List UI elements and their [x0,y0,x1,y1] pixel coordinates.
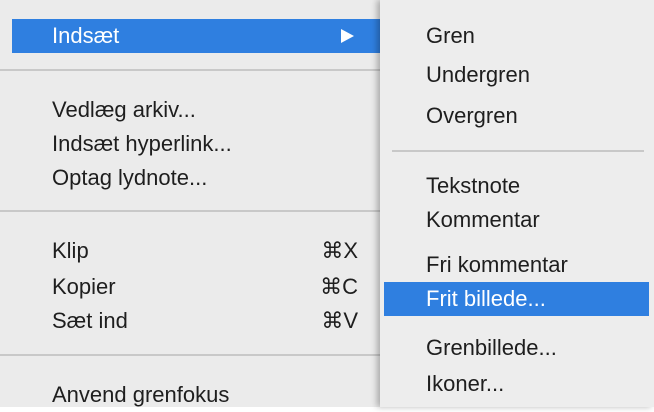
cut-shortcut: ⌘X [321,238,358,263]
submenu-item-icons-label: Ikoner... [426,371,505,396]
submenu-item-free-image[interactable]: Frit billede... [384,282,649,316]
submenu-item-icons[interactable]: Ikoner... [380,367,654,401]
menu-item-record-audio-label: Optag lydnote... [52,165,208,190]
submenu-item-text-note-label: Tekstnote [426,173,521,198]
menu-item-insert[interactable]: Indsæt [12,19,384,53]
copy-shortcut: ⌘C [320,274,358,299]
menu-item-cut[interactable]: Klip ⌘X [0,234,384,268]
menu-item-insert-hyperlink[interactable]: Indsæt hyperlink... [0,127,384,161]
submenu-item-text-note[interactable]: Tekstnote [380,169,654,203]
submenu-item-free-image-label: Frit billede... [426,286,546,311]
menu-separator [0,69,384,71]
menu-item-attach-file-label: Vedlæg arkiv... [52,97,196,122]
submenu-item-comment-label: Kommentar [426,207,540,232]
menu-item-attach-file[interactable]: Vedlæg arkiv... [0,93,384,127]
submenu-item-topic-image-label: Grenbillede... [426,335,557,360]
menu-item-record-audio[interactable]: Optag lydnote... [0,161,384,195]
submenu-arrow-icon [341,29,354,43]
menu-item-branch-focus-label: Anvend grenfokus [52,382,230,407]
menu-item-insert-hyperlink-label: Indsæt hyperlink... [52,131,232,156]
menu-item-copy-label: Kopier [52,274,116,299]
paste-shortcut: ⌘V [321,308,358,333]
submenu-item-parent-topic[interactable]: Overgren [380,99,654,133]
submenu-item-topic-image[interactable]: Grenbillede... [380,331,654,365]
menu-item-insert-label: Indsæt [52,23,120,48]
submenu-separator [392,150,644,152]
submenu-item-parent-topic-label: Overgren [426,103,518,128]
submenu-item-topic-label: Gren [426,23,475,48]
submenu-item-free-comment-label: Fri kommentar [426,252,568,277]
menu-item-cut-label: Klip [52,238,89,263]
submenu-item-subtopic-label: Undergren [426,62,530,87]
submenu-item-free-comment[interactable]: Fri kommentar [380,248,654,282]
menu-item-copy[interactable]: Kopier ⌘C [0,270,384,304]
submenu-item-topic[interactable]: Gren [380,19,654,53]
menu-separator [0,210,384,212]
menu-item-paste[interactable]: Sæt ind ⌘V [0,304,384,338]
submenu-item-subtopic[interactable]: Undergren [380,58,654,92]
menu-separator [0,354,384,356]
menu-item-paste-label: Sæt ind [52,308,128,333]
context-menu: Indsæt Vedlæg arkiv... Indsæt hyperlink.… [0,0,384,407]
insert-submenu: Gren Undergren Overgren Tekstnote Kommen… [380,0,654,407]
submenu-item-comment[interactable]: Kommentar [380,203,654,237]
